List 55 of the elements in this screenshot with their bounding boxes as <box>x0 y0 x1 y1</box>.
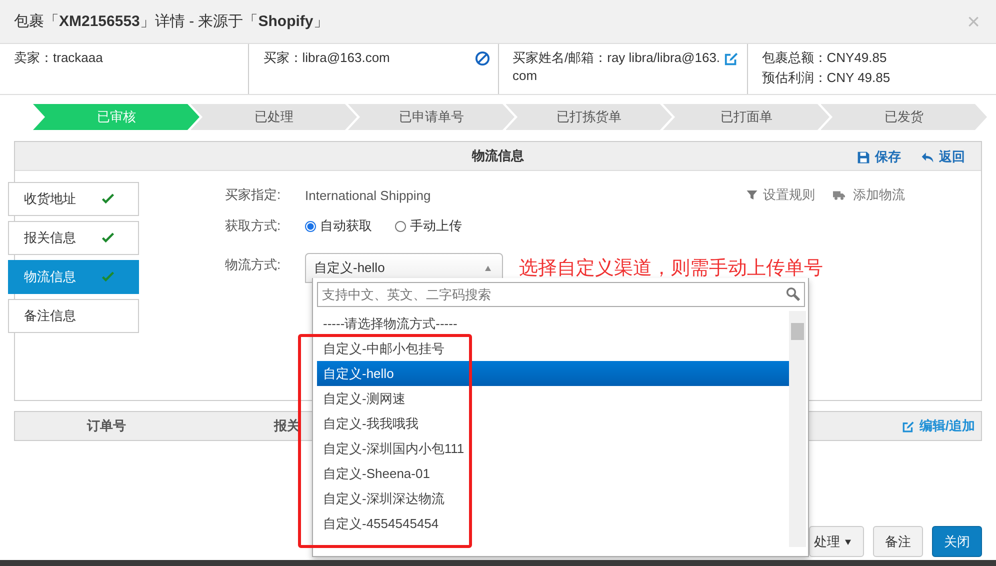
side-tab[interactable]: 报关信息 <box>8 221 139 255</box>
dropdown-option[interactable]: 自定义-Sheena-01 <box>317 461 789 486</box>
truck-icon <box>830 189 848 201</box>
add-logistics-link[interactable]: 添加物流 <box>830 186 905 204</box>
note-button[interactable]: 备注 <box>873 526 923 557</box>
progress-step: 已打拣货单 <box>506 104 672 130</box>
progress-step: 已处理 <box>190 104 357 130</box>
caret-up-icon <box>484 265 492 271</box>
radio-button[interactable] <box>395 220 406 232</box>
dropdown-option[interactable]: 自定义-我我哦我 <box>317 411 789 436</box>
side-tab[interactable]: 备注信息 <box>8 299 139 333</box>
info-text: 预估利润：CNY 49.85 <box>762 69 892 87</box>
dropdown-option[interactable]: -----请选择物流方式----- <box>317 311 789 336</box>
annotation-text: 选择自定义渠道，则需手动上传单号 <box>519 256 823 280</box>
column-header: 订单号 <box>87 417 126 435</box>
search-field[interactable]: 支持中文、英文、二字码搜索 <box>317 282 805 307</box>
progress-step: 已发货 <box>820 104 987 130</box>
dropdown-option[interactable]: 自定义-深圳深达物流 <box>317 486 789 511</box>
field-label: 买家指定: <box>225 186 282 204</box>
dropdown-option[interactable]: 自定义-测网速 <box>317 386 789 411</box>
radio-label: 手动上传 <box>410 217 462 235</box>
progress-step: 已打面单 <box>663 104 830 130</box>
dropdown-option[interactable]: 自定义-4554545454 <box>317 511 789 536</box>
dialog-title: 包裹「XM2156553」详情 - 来源于「Shopify」 <box>14 12 328 31</box>
info-text: 买家：libra@163.com <box>263 49 391 67</box>
info-text: 包裹总额：CNY49.85 <box>762 49 888 67</box>
dropdown-option[interactable]: 自定义-深圳国内小包111 <box>317 436 789 461</box>
info-text: 买家姓名/邮箱：ray libra/libra@163.com <box>512 49 722 85</box>
scrollbar[interactable] <box>789 311 806 547</box>
field-label: 物流方式: <box>225 256 282 274</box>
action-menu-button[interactable]: 处理 <box>809 526 864 557</box>
close-dialog-button[interactable]: 关闭 <box>932 526 982 557</box>
set-rules-link[interactable]: 设置规则 <box>746 186 815 204</box>
progress-step: 已审核 <box>33 104 200 130</box>
block-icon[interactable] <box>474 51 490 66</box>
info-text: 卖家：trackaaa <box>14 49 104 67</box>
save-icon <box>857 150 870 164</box>
edit-icon[interactable] <box>724 51 739 66</box>
side-tab[interactable]: 收货地址 <box>8 182 139 216</box>
panel-title: 物流信息 <box>472 147 524 165</box>
dropdown-option[interactable]: 自定义-hello <box>317 361 789 386</box>
back-link[interactable]: 返回 <box>921 148 965 166</box>
field-value: International Shipping <box>305 188 431 202</box>
side-tab[interactable]: 物流信息 <box>8 260 139 294</box>
caret-down-icon <box>844 538 852 544</box>
filter-icon <box>746 189 758 201</box>
search-icon <box>786 287 800 301</box>
progress-step: 已申请单号 <box>348 104 514 130</box>
save-link[interactable]: 保存 <box>857 148 901 166</box>
reply-arrow-icon <box>921 150 934 164</box>
edit-icon <box>902 420 916 432</box>
dropdown-option[interactable]: 自定义-中邮小包挂号 <box>317 336 789 361</box>
radio-label: 自动获取 <box>320 217 372 235</box>
radio-button[interactable] <box>305 220 316 232</box>
field-label: 获取方式: <box>225 217 282 235</box>
